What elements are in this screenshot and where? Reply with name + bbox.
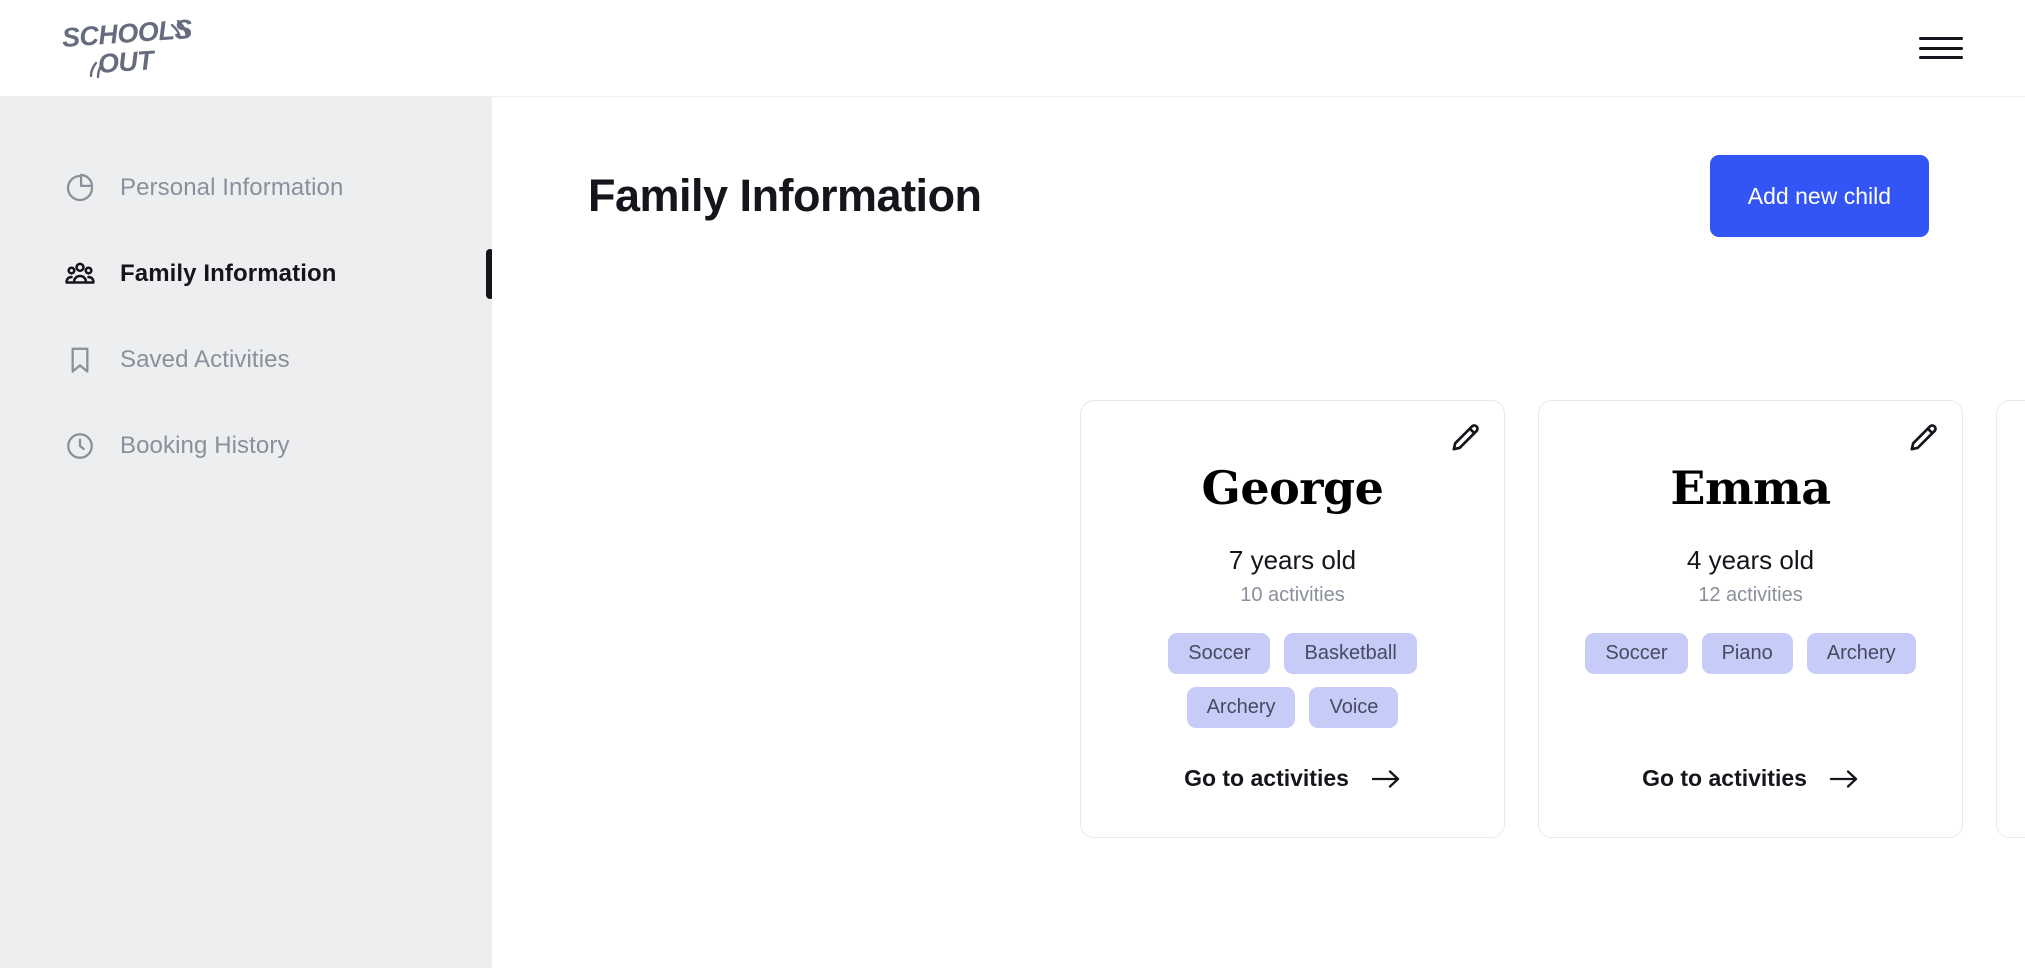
bookmark-icon [71, 347, 89, 373]
child-card[interactable]: Emma 4 years old 12 activities Soccer Pi… [1538, 400, 1963, 838]
go-to-activities-label: Go to activities [1642, 765, 1807, 791]
arrow-right-icon [1371, 769, 1400, 788]
sidebar-item-label: Family Information [120, 260, 337, 287]
sidebar: Personal Information Family Information … [0, 97, 494, 968]
child-activities-count: 12 activities [1698, 584, 1803, 606]
child-name: Emma [1670, 461, 1831, 515]
sidebar-item-label: Booking History [120, 432, 290, 459]
hamburger-line-2 [1919, 46, 1963, 50]
sidebar-item-label: Saved Activities [120, 346, 290, 373]
pie-chart-icon [66, 173, 94, 202]
sidebar-nav: Personal Information Family Information … [0, 97, 494, 477]
sidebar-item-label: Personal Information [120, 174, 344, 201]
activity-tag[interactable]: Piano [1701, 633, 1793, 674]
child-card[interactable]: Oliver 12 years old 3 activities Archery… [1996, 400, 2025, 838]
child-activities-count: 10 activities [1240, 584, 1345, 606]
users-group-icon [65, 262, 95, 284]
go-to-activities-link[interactable]: Go to activities [1081, 765, 1504, 792]
go-to-activities-link[interactable]: Go to activities [1539, 765, 1962, 792]
child-age: 7 years old [1228, 545, 1357, 575]
sidebar-item-personal-information[interactable]: Personal Information [0, 157, 492, 219]
children-card-list: George 7 years old 10 activities Soccer … [1080, 400, 2025, 838]
child-card[interactable]: George 7 years old 10 activities Soccer … [1080, 400, 1505, 838]
activity-tag-list: Soccer Piano Archery [1573, 633, 1928, 674]
hamburger-line-3 [1919, 56, 1963, 59]
page-title: Family Information [588, 170, 982, 221]
arrow-right-icon [1829, 769, 1858, 788]
clock-icon [67, 433, 93, 459]
activity-tag[interactable]: Soccer [1585, 633, 1688, 674]
brand-logo[interactable]: SCHOOLS OUT [61, 14, 193, 79]
activity-tag[interactable]: Voice [1309, 687, 1399, 728]
activity-tag-list: Soccer Basketball Archery Voice [1115, 633, 1470, 728]
add-new-child-button[interactable]: Add new child [1709, 155, 1929, 237]
activity-tag[interactable]: Archery [1806, 633, 1916, 674]
activity-tag[interactable]: Basketball [1284, 633, 1417, 674]
logo-motion-marks-icon [89, 19, 189, 79]
activity-tag[interactable]: Archery [1186, 687, 1296, 728]
page-header: Family Information Add new child [588, 155, 1929, 237]
pencil-edit-icon[interactable] [1448, 421, 1482, 455]
pencil-edit-icon[interactable] [1906, 421, 1940, 455]
top-bar: SCHOOLS OUT [0, 0, 2025, 97]
go-to-activities-link[interactable]: Go to activities [1997, 765, 2025, 792]
sidebar-item-family-information[interactable]: Family Information [0, 243, 494, 305]
sidebar-item-saved-activities[interactable]: Saved Activities [0, 329, 492, 391]
main-content: Family Information Add new child George … [492, 97, 2025, 968]
activity-tag[interactable]: Soccer [1168, 633, 1271, 674]
child-age: 4 years old [1686, 545, 1815, 575]
sidebar-item-booking-history[interactable]: Booking History [0, 415, 492, 477]
hamburger-line-1 [1919, 37, 1963, 40]
go-to-activities-label: Go to activities [1184, 765, 1349, 791]
hamburger-menu-icon[interactable] [1919, 33, 1963, 63]
child-name: George [1201, 461, 1384, 515]
